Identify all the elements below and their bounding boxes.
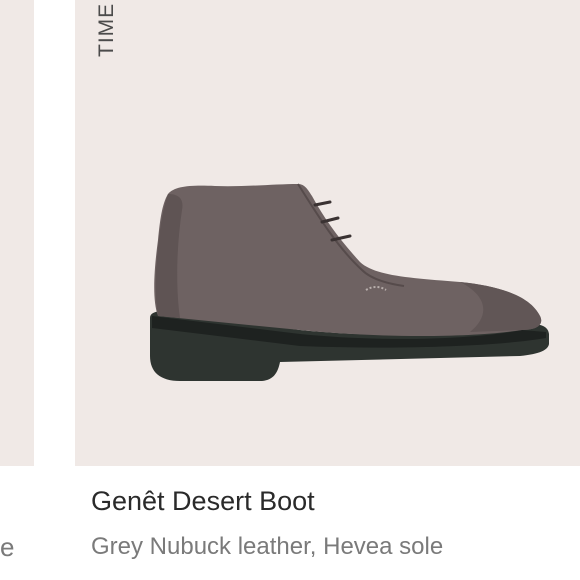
previous-product-description: e [0, 532, 15, 562]
previous-product-image[interactable] [0, 0, 34, 466]
desert-boot-illustration [150, 183, 549, 381]
brand-vertical-label: TIME [96, 2, 118, 57]
product-image[interactable] [75, 0, 580, 466]
product-description: Grey Nubuck leather, Hevea sole [91, 533, 444, 560]
product-title[interactable]: Genêt Desert Boot [91, 484, 315, 518]
